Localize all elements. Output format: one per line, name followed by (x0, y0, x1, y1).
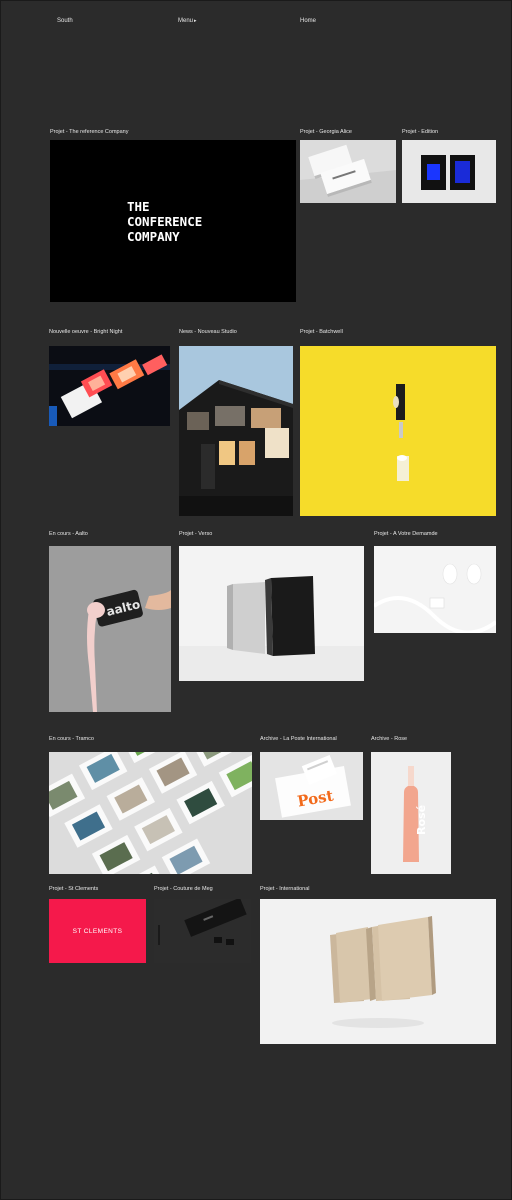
project-image-bright-night[interactable] (49, 346, 170, 426)
project-caption[interactable]: En cours - Tramco (49, 736, 94, 742)
project-caption[interactable]: Projet - A Votre Demamde (374, 531, 438, 537)
rose-label-text: Rosé (415, 805, 428, 835)
conference-line-1: THE (127, 199, 150, 214)
project-image-conference-company[interactable]: THE CONFERENCE COMPANY (50, 140, 296, 302)
project-image-tramco[interactable] (49, 752, 252, 874)
menu-caret-icon: ▸ (194, 18, 197, 24)
project-caption[interactable]: Archive - Rose (371, 736, 407, 742)
conference-line-2: CONFERENCE (127, 214, 202, 229)
project-image-aalto[interactable]: aalto (49, 546, 171, 712)
project-caption[interactable]: Projet - Batchwell (300, 329, 343, 335)
brand-link-text[interactable]: South (57, 18, 73, 24)
project-image-a-votre-demande[interactable] (374, 546, 496, 633)
project-caption[interactable]: Archive - La Poste International (260, 736, 337, 742)
menu-button[interactable]: Menu▸ (178, 18, 197, 24)
st-clements-logo-text: ST CLEMENTS (73, 928, 123, 935)
project-caption[interactable]: Projet - Verso (179, 531, 212, 537)
project-image-rose[interactable]: Rosé (371, 752, 451, 874)
brand-link[interactable]: South (57, 18, 73, 24)
menu-label: Menu (178, 18, 194, 24)
project-image-couture-de-meg[interactable] (154, 899, 251, 963)
project-image-la-poste[interactable]: Post (260, 752, 363, 820)
project-caption[interactable]: Projet - Couture de Meg (154, 886, 213, 892)
project-caption[interactable]: Nouvelle oeuvre - Bright Night (49, 329, 122, 335)
project-image-nouveau-studio[interactable] (179, 346, 293, 516)
project-caption[interactable]: Projet - International (260, 886, 310, 892)
project-image-georgia-alice[interactable] (300, 140, 396, 203)
project-image-st-clements[interactable]: ST CLEMENTS (49, 899, 146, 963)
project-caption[interactable]: Projet - St Clements (49, 886, 98, 892)
project-image-batchwell[interactable] (300, 346, 496, 516)
project-caption[interactable]: Projet - The reference Company (50, 129, 128, 135)
project-caption[interactable]: Projet - Edition (402, 129, 438, 135)
project-caption[interactable]: News - Nouveau Studio (179, 329, 237, 335)
project-image-edition[interactable] (402, 140, 496, 203)
conference-line-3: COMPANY (127, 229, 180, 244)
home-link[interactable]: Home (300, 18, 316, 24)
project-image-verso[interactable] (179, 546, 364, 681)
project-caption[interactable]: En cours - Aalto (49, 531, 88, 537)
home-link-text[interactable]: Home (300, 18, 316, 24)
project-image-international[interactable] (260, 899, 496, 1044)
project-caption[interactable]: Projet - Georgia Alice (300, 129, 352, 135)
